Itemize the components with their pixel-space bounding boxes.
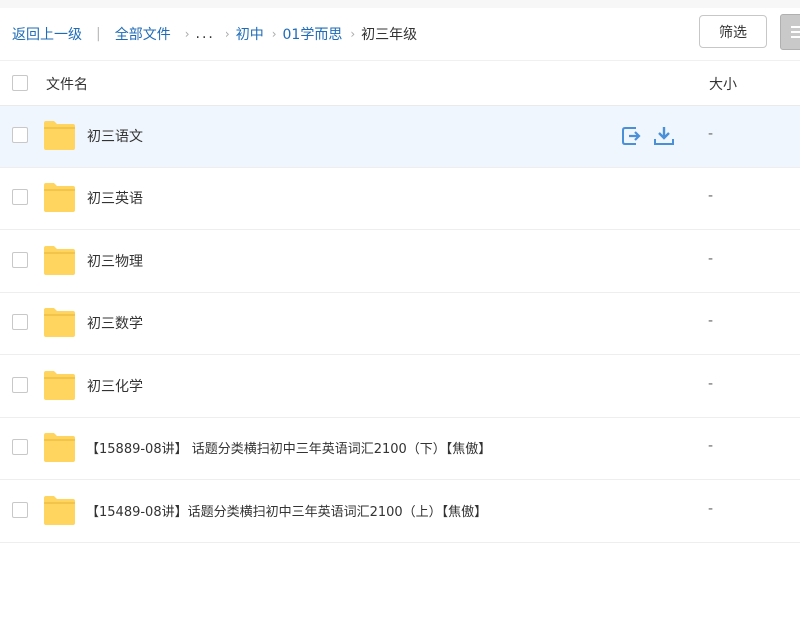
list-view-icon xyxy=(791,36,800,38)
breadcrumb-divider: | xyxy=(96,26,101,42)
move-to-icon[interactable] xyxy=(621,125,643,147)
table-row[interactable]: 初三化学 - xyxy=(0,356,800,418)
folder-icon xyxy=(44,246,75,275)
breadcrumb-current: 初三年级 xyxy=(361,27,418,43)
row-checkbox[interactable] xyxy=(12,127,28,143)
folder-icon xyxy=(44,183,75,212)
filter-button[interactable]: 筛选 xyxy=(699,15,767,48)
chevron-right-icon: › xyxy=(224,27,230,41)
table-row[interactable]: 【15489-08讲】话题分类横扫初中三年英语词汇2100（上）【焦傲】 - xyxy=(0,481,800,543)
file-size: - xyxy=(708,251,714,267)
table-row[interactable]: 初三语文 - xyxy=(0,106,800,168)
file-name[interactable]: 初三化学 xyxy=(87,376,143,396)
row-actions xyxy=(621,125,675,147)
folder-icon xyxy=(44,496,75,525)
row-checkbox[interactable] xyxy=(12,439,28,455)
row-checkbox[interactable] xyxy=(12,314,28,330)
breadcrumb-ellipsis[interactable]: ... xyxy=(196,26,215,42)
file-size: - xyxy=(708,376,714,392)
folder-icon xyxy=(44,121,75,150)
file-name[interactable]: 初三英语 xyxy=(87,188,143,208)
file-size: - xyxy=(708,126,714,142)
file-size: - xyxy=(708,438,714,454)
chevron-right-icon: › xyxy=(350,27,356,41)
row-checkbox[interactable] xyxy=(12,502,28,518)
file-name[interactable]: 初三物理 xyxy=(87,251,143,271)
file-name[interactable]: 初三语文 xyxy=(87,126,143,146)
folder-icon xyxy=(44,308,75,337)
back-link[interactable]: 返回上一级 xyxy=(12,24,82,44)
select-all-checkbox[interactable] xyxy=(12,75,28,91)
chevron-right-icon: › xyxy=(271,27,277,41)
list-view-toggle[interactable] xyxy=(780,14,800,50)
column-header-size[interactable]: 大小 xyxy=(709,74,737,94)
list-view-icon xyxy=(791,31,800,33)
chevron-right-icon: › xyxy=(184,27,190,41)
breadcrumb-all-files[interactable]: 全部文件 xyxy=(115,24,171,44)
list-view-icon xyxy=(791,26,800,28)
table-row[interactable]: 初三物理 - xyxy=(0,231,800,293)
top-strip xyxy=(0,0,800,8)
file-name[interactable]: 初三数学 xyxy=(87,313,143,333)
row-checkbox[interactable] xyxy=(12,189,28,205)
breadcrumb-item-xueersi[interactable]: 01学而思 xyxy=(283,24,343,44)
row-checkbox[interactable] xyxy=(12,252,28,268)
file-size: - xyxy=(708,501,714,517)
column-header-name[interactable]: 文件名 xyxy=(46,74,88,94)
file-name[interactable]: 【15889-08讲】 话题分类横扫初中三年英语词汇2100（下）【焦傲】 xyxy=(86,438,491,457)
file-size: - xyxy=(708,313,714,329)
table-header: 文件名 大小 xyxy=(0,60,800,106)
folder-icon xyxy=(44,433,75,462)
table-row[interactable]: 初三英语 - xyxy=(0,168,800,230)
file-size: - xyxy=(708,188,714,204)
table-row[interactable]: 初三数学 - xyxy=(0,293,800,355)
download-icon[interactable] xyxy=(653,125,675,147)
row-checkbox[interactable] xyxy=(12,377,28,393)
breadcrumb: 返回上一级 | 全部文件 › ... › 初中 › 01学而思 › 初三年级 xyxy=(12,24,417,44)
table-row[interactable]: 【15889-08讲】 话题分类横扫初中三年英语词汇2100（下）【焦傲】 - xyxy=(0,418,800,480)
breadcrumb-item-junior-high[interactable]: 初中 xyxy=(236,24,264,44)
file-name[interactable]: 【15489-08讲】话题分类横扫初中三年英语词汇2100（上）【焦傲】 xyxy=(86,501,487,520)
folder-icon xyxy=(44,371,75,400)
